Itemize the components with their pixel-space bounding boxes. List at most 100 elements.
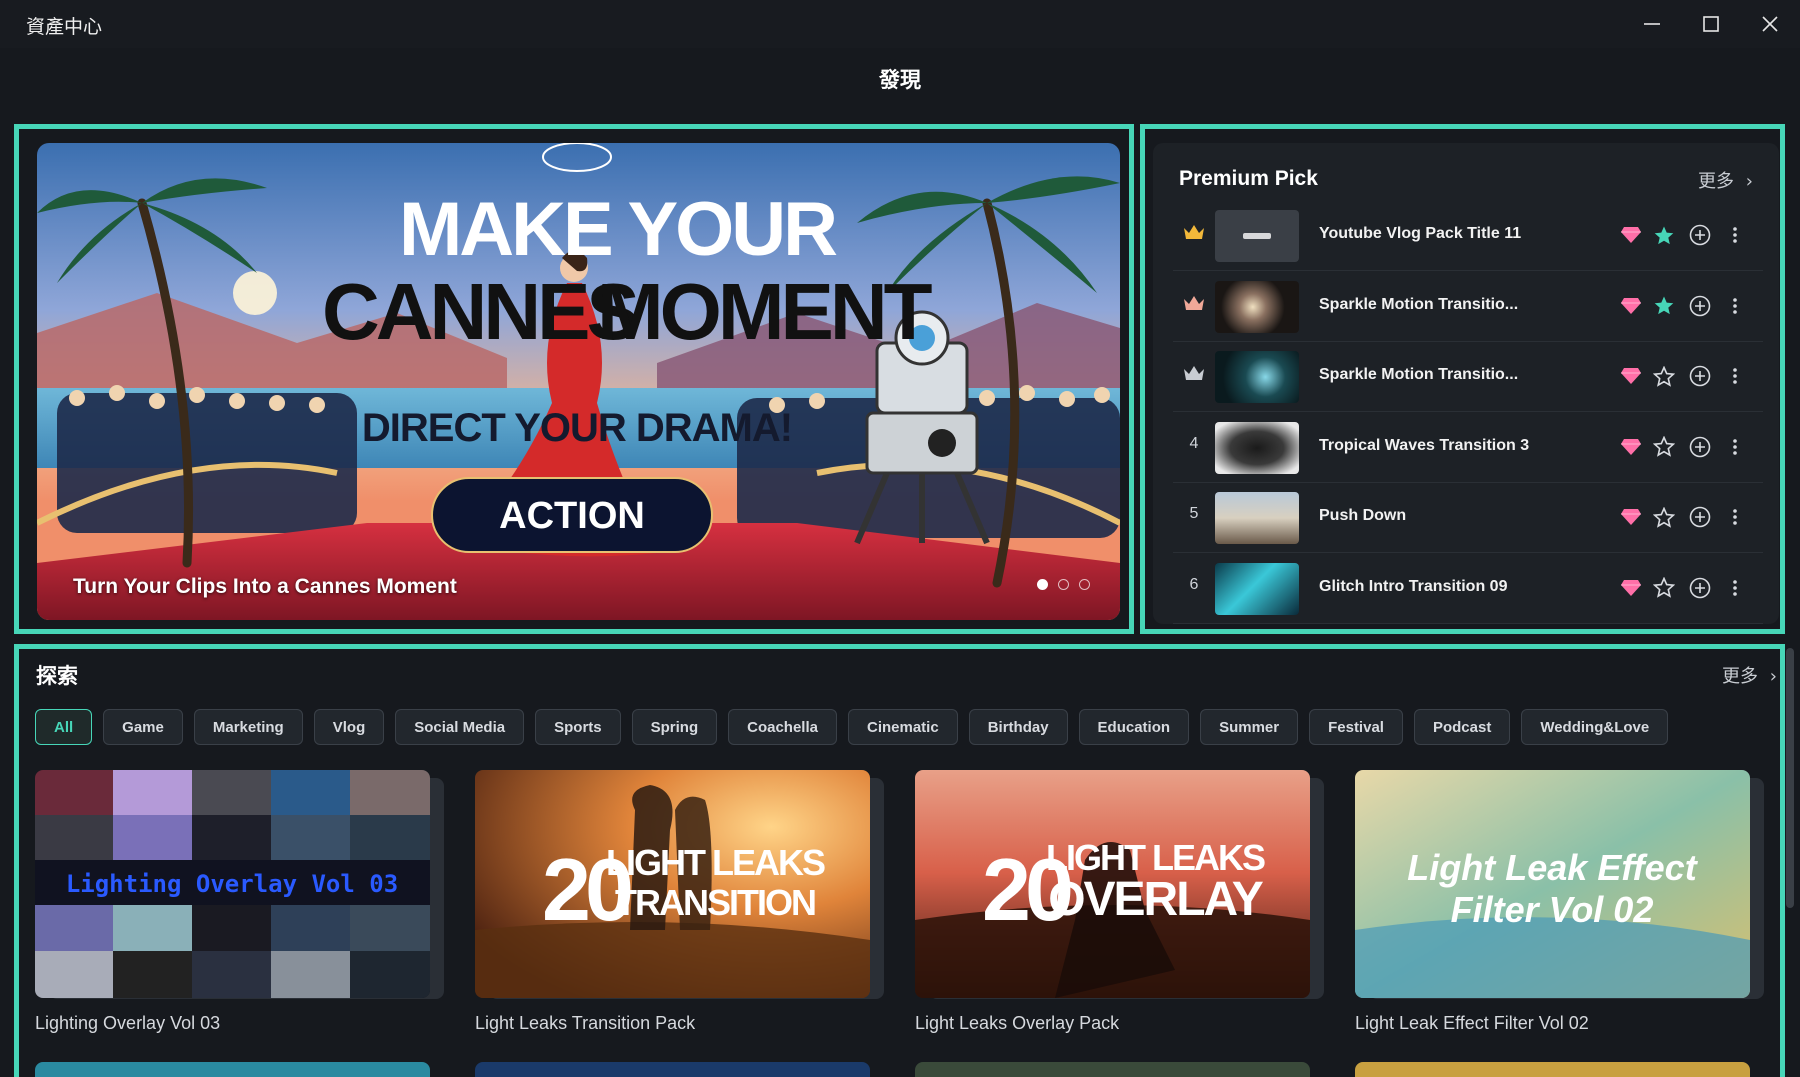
card-2-artwork: 20 LIGHT LEAKS TRANSITION	[475, 770, 870, 998]
next-row-card-peek[interactable]	[1355, 1062, 1750, 1077]
item-thumbnail[interactable]	[1215, 421, 1299, 474]
premium-pick-row[interactable]: 4 Tropical Waves Transition 3	[1173, 413, 1763, 483]
premium-more-link[interactable]: 更多 ›	[1698, 167, 1753, 193]
filter-chip[interactable]: All	[35, 709, 93, 745]
card-3-artwork: 20 LIGHT LEAKS OVERLAY	[915, 770, 1310, 998]
premium-pick-row[interactable]: 6 Glitch Intro Transition 09	[1173, 554, 1763, 624]
add-circle-icon[interactable]	[1686, 433, 1714, 461]
card-thumbnail[interactable]: 20 LIGHT LEAKS TRANSITION	[475, 770, 870, 998]
crown-silver-icon	[1183, 294, 1205, 317]
premium-gem-icon	[1617, 574, 1645, 602]
page-heading: 發現	[879, 68, 921, 92]
favorite-star-icon[interactable]	[1650, 574, 1678, 602]
filter-chip[interactable]: Marketing	[193, 709, 303, 745]
explore-more-label: 更多	[1722, 666, 1758, 687]
premium-gem-icon	[1617, 292, 1645, 320]
banner-dot-2[interactable]	[1058, 579, 1069, 590]
add-circle-icon[interactable]	[1686, 574, 1714, 602]
card-thumbnail[interactable]: Light Leak Effect Filter Vol 02	[1355, 770, 1750, 998]
item-thumbnail[interactable]	[1215, 562, 1299, 615]
banner-line2a: CANNES	[322, 267, 637, 356]
next-row-card-peek[interactable]	[475, 1062, 870, 1077]
minimize-button[interactable]	[1624, 4, 1680, 44]
favorite-star-icon[interactable]	[1650, 221, 1678, 249]
banner-dot-3[interactable]	[1079, 579, 1090, 590]
favorite-star-icon[interactable]	[1650, 362, 1678, 390]
card-thumbnail[interactable]: Lighting Overlay Vol 03	[35, 770, 430, 998]
favorite-star-icon[interactable]	[1650, 433, 1678, 461]
item-thumbnail[interactable]	[1215, 351, 1299, 403]
premium-pick-title: Premium Pick	[1179, 167, 1318, 190]
more-options-icon[interactable]	[1721, 292, 1749, 320]
item-name: Sparkle Motion Transitio...	[1319, 366, 1519, 383]
rank-number: 5	[1189, 505, 1199, 522]
premium-pick-row[interactable]: 5 Push Down	[1173, 483, 1763, 553]
filter-chip[interactable]: Education	[1078, 709, 1190, 745]
filter-chip[interactable]: Spring	[631, 709, 718, 745]
premium-more-label: 更多	[1698, 171, 1734, 192]
premium-pick-row[interactable]: Sparkle Motion Transitio...	[1173, 342, 1763, 412]
more-options-icon[interactable]	[1721, 221, 1749, 249]
banner-pagination	[1037, 579, 1090, 590]
premium-pick-row[interactable]: Sparkle Motion Transitio...	[1173, 272, 1763, 342]
premium-gem-icon	[1617, 433, 1645, 461]
filter-chip[interactable]: Summer	[1200, 709, 1299, 745]
favorite-star-icon[interactable]	[1650, 292, 1678, 320]
filter-chip[interactable]: Social Media	[395, 709, 525, 745]
card-4-artwork: Light Leak Effect Filter Vol 02	[1355, 770, 1750, 998]
card-thumbnail[interactable]: 20 LIGHT LEAKS OVERLAY	[915, 770, 1310, 998]
more-options-icon[interactable]	[1721, 574, 1749, 602]
more-options-icon[interactable]	[1721, 503, 1749, 531]
premium-gem-icon	[1617, 221, 1645, 249]
explore-more-link[interactable]: 更多 ›	[1722, 662, 1777, 688]
crown-gold-icon	[1183, 223, 1205, 246]
window-title: 資產中心	[26, 16, 103, 38]
more-options-icon[interactable]	[1721, 362, 1749, 390]
explore-title: 探索	[36, 664, 78, 688]
banner-dot-1[interactable]	[1037, 579, 1048, 590]
card-3-art-line1: LIGHT LEAKS	[1046, 837, 1265, 878]
filter-chip[interactable]: Sports	[535, 709, 621, 745]
card-title: Lighting Overlay Vol 03	[35, 1013, 221, 1033]
next-row-card-peek[interactable]	[915, 1062, 1310, 1077]
banner-art-text: MAKE YOUR CANNES MOMENT DIRECT YOUR DRAM…	[322, 143, 937, 537]
card-title: Light Leaks Overlay Pack	[915, 1013, 1120, 1033]
rank-number: 6	[1189, 575, 1199, 593]
item-name: Sparkle Motion Transitio...	[1319, 295, 1519, 313]
filter-chip[interactable]: Festival	[1309, 709, 1403, 745]
filter-chip[interactable]: Cinematic	[848, 709, 958, 745]
card-2-art-line2: TRANSITION	[615, 882, 815, 923]
premium-pick-row[interactable]: Youtube Vlog Pack Title 11	[1173, 201, 1763, 271]
banner-line1: MAKE YOUR	[399, 187, 837, 272]
item-name: Tropical Waves Transition 3	[1319, 436, 1530, 454]
chevron-right-icon: ›	[1745, 171, 1753, 192]
item-thumbnail[interactable]	[1215, 280, 1299, 333]
add-circle-icon[interactable]	[1686, 362, 1714, 390]
premium-pick-panel: Premium Pick 更多 › Youtube Vlog Pack Titl…	[1153, 143, 1779, 624]
filter-chip[interactable]: Coachella	[728, 709, 837, 745]
filter-chip[interactable]: Vlog	[313, 709, 385, 745]
filter-chip[interactable]: Game	[103, 709, 183, 745]
festival-logo-icon	[542, 143, 612, 172]
next-row-card-peek[interactable]	[35, 1062, 430, 1077]
item-thumbnail[interactable]	[1215, 492, 1299, 544]
rank-number: 4	[1189, 434, 1199, 452]
add-circle-icon[interactable]	[1686, 503, 1714, 531]
card-2-art-line1: LIGHT LEAKS	[606, 842, 825, 883]
hero-banner[interactable]: MAKE YOUR CANNES MOMENT DIRECT YOUR DRAM…	[37, 143, 1120, 620]
favorite-star-icon[interactable]	[1650, 503, 1678, 531]
filter-chip[interactable]: Wedding&Love	[1521, 709, 1669, 745]
more-options-icon[interactable]	[1721, 433, 1749, 461]
item-name: Push Down	[1319, 507, 1407, 524]
title-bar: 資產中心	[0, 0, 1800, 48]
filter-chip[interactable]: Birthday	[968, 709, 1068, 745]
add-circle-icon[interactable]	[1686, 221, 1714, 249]
card-4-art-line1: Light Leak Effect	[1407, 847, 1698, 888]
page-scrollbar[interactable]	[1786, 648, 1794, 908]
item-thumbnail[interactable]	[1215, 210, 1299, 262]
minimize-icon	[1644, 23, 1660, 25]
close-button[interactable]	[1742, 4, 1798, 44]
maximize-button[interactable]	[1683, 4, 1739, 44]
add-circle-icon[interactable]	[1686, 292, 1714, 320]
filter-chip[interactable]: Podcast	[1413, 709, 1511, 745]
